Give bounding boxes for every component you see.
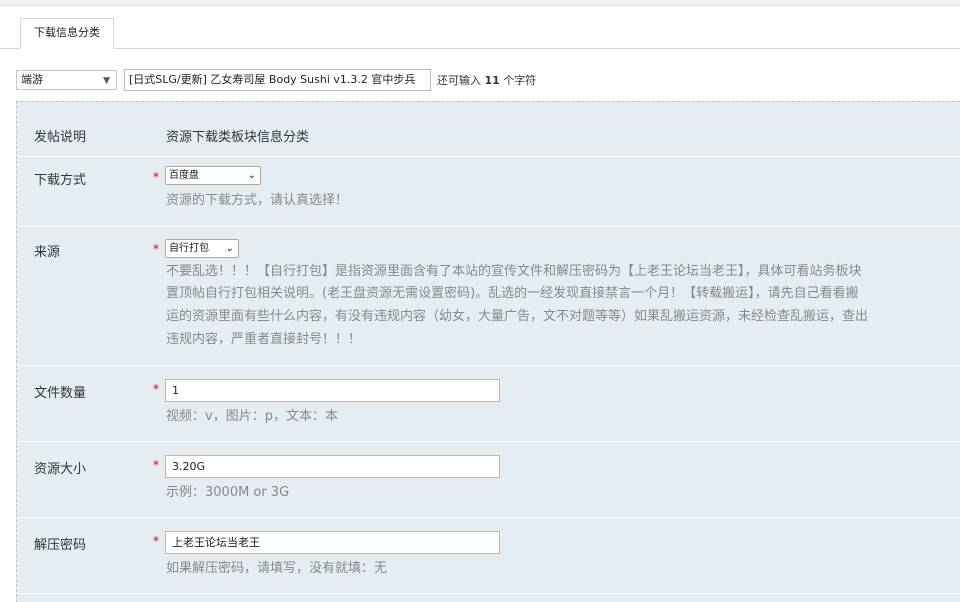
source-desc-line-2: 置顶帖自行打包相关说明。(老王盘资源无需设置密码)。乱选的一经发现直接禁言一个月… [166, 286, 859, 301]
source-desc-line-4: 违规内容，严重者直接封号！！！ [166, 332, 362, 347]
intro-label: 发帖说明 [34, 130, 87, 145]
source-label: 来源 [34, 245, 61, 260]
file-count-input[interactable]: 1 [165, 379, 500, 402]
row-divider [17, 441, 960, 442]
thread-type-value: 端游 [21, 73, 43, 86]
password-label: 解压密码 [34, 538, 87, 553]
required-mark: * [153, 382, 159, 396]
top-bar [0, 0, 960, 6]
download-method-label: 下载方式 [34, 173, 87, 188]
required-mark: * [153, 170, 159, 184]
tab-download-info[interactable]: 下载信息分类 [20, 18, 114, 49]
source-value: 自行打包 [169, 243, 209, 254]
source-desc-line-1: 不要乱选！！！【自行打包】是指资源里面含有了本站的宣传文件和解压密码为【上老王论… [166, 264, 862, 279]
chevron-down-icon: ⌄ [225, 243, 234, 254]
download-method-desc: 资源的下载方式，请认真选择！ [166, 193, 349, 208]
required-mark: * [153, 458, 159, 472]
required-mark: * [153, 242, 159, 256]
row-divider [17, 517, 960, 518]
file-count-label: 文件数量 [34, 386, 87, 401]
file-count-desc: 视频：v，图片：p，文本：本 [166, 409, 338, 424]
size-input[interactable]: 3.20G [165, 455, 500, 478]
char-count-hint: 还可输入 11 个字符 [437, 72, 536, 88]
row-divider [17, 593, 960, 594]
char-count-number: 11 [484, 74, 500, 87]
size-desc: 示例：3000M or 3G [166, 485, 290, 500]
title-row: 端游 ▼ [日式SLG/更新] 乙女寿司屋 Body Sushi v1.3.2 … [0, 66, 960, 94]
thread-type-select[interactable]: 端游 ▼ [16, 70, 117, 90]
chevron-down-icon: ⌄ [247, 170, 256, 181]
row-divider [17, 365, 960, 366]
source-select[interactable]: 自行打包 ⌄ [165, 239, 239, 258]
chevron-down-icon: ▼ [103, 76, 110, 86]
subject-input[interactable]: [日式SLG/更新] 乙女寿司屋 Body Sushi v1.3.2 官中步兵 [124, 69, 431, 91]
category-form-panel: 发帖说明 资源下载类板块信息分类 下载方式 * 百度盘 ⌄ 资源的下载方式，请认… [16, 101, 960, 602]
tab-bar-line [0, 48, 960, 49]
size-label: 资源大小 [34, 462, 87, 477]
download-method-value: 百度盘 [169, 170, 199, 181]
char-count-suffix: 个字符 [503, 74, 537, 87]
required-mark: * [153, 534, 159, 548]
source-desc-line-3: 运的资源里面有些什么内容，有没有违规内容（幼女，大量广告，文不对题等等）如果乱搬… [166, 309, 869, 324]
intro-value: 资源下载类板块信息分类 [166, 130, 310, 145]
password-input[interactable]: 上老王论坛当老王 [165, 531, 500, 554]
row-divider [17, 226, 960, 227]
row-divider [17, 156, 960, 157]
char-count-prefix: 还可输入 [437, 74, 481, 87]
download-method-select[interactable]: 百度盘 ⌄ [165, 166, 261, 185]
password-desc: 如果解压密码，请填写，没有就填：无 [166, 561, 388, 576]
